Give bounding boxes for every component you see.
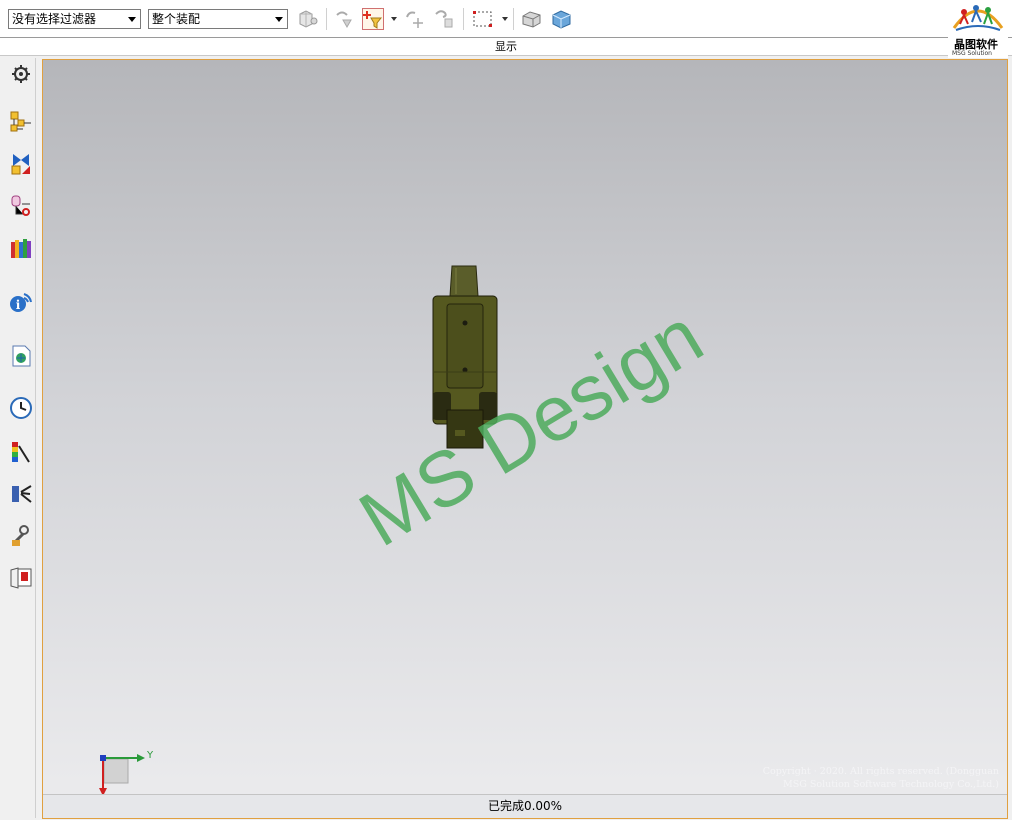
book-icon[interactable] xyxy=(9,566,33,590)
assembly-navigator-icon[interactable] xyxy=(9,110,33,134)
snap-point-icon[interactable] xyxy=(333,8,355,30)
rectangle-select-icon[interactable] xyxy=(472,8,494,30)
chevron-down-icon xyxy=(275,17,283,22)
shaded-view-icon[interactable] xyxy=(520,8,542,30)
constraint-navigator-icon[interactable] xyxy=(9,152,33,176)
logo-subtitle: MSG Solution xyxy=(952,50,992,57)
settings-gear-icon[interactable] xyxy=(9,62,33,86)
document-icon[interactable] xyxy=(9,344,33,368)
copyright-line-1: Copyright · 2020. All rights reserved. (… xyxy=(762,766,999,777)
part-navigator-icon[interactable] xyxy=(9,194,33,218)
progress-status-text: 已完成0.00% xyxy=(487,799,563,813)
progress-status-bar: 已完成0.00% xyxy=(43,794,1007,818)
color-palette-icon[interactable] xyxy=(9,440,33,464)
toolbar-separator xyxy=(463,8,464,30)
reuse-library-icon[interactable] xyxy=(9,236,33,260)
chevron-down-icon[interactable] xyxy=(391,17,397,21)
svg-text:i: i xyxy=(16,298,21,312)
scope-value: 整个装配 xyxy=(152,12,201,26)
rotate-pick-icon[interactable] xyxy=(403,8,425,30)
copyright-notice: Copyright · 2020. All rights reserved. (… xyxy=(679,765,999,791)
copyright-line-2: MSG Solution Software Technology Co.,Ltd… xyxy=(783,779,999,790)
wireframe-box-icon[interactable] xyxy=(550,8,572,30)
history-clock-icon[interactable] xyxy=(9,396,33,420)
info-feed-icon[interactable]: i xyxy=(9,290,33,314)
roles-icon[interactable] xyxy=(9,482,33,506)
toolbar-separator xyxy=(326,8,327,30)
view-triad: Y xyxy=(95,750,159,798)
watermark-text: MS Design xyxy=(344,291,717,564)
assembly-filter-icon[interactable] xyxy=(297,8,319,30)
resource-bar: i xyxy=(4,58,36,818)
company-logo: 晶图软件 MSG Solution xyxy=(948,0,1008,58)
chevron-down-icon[interactable] xyxy=(502,17,508,21)
toolbar-separator xyxy=(513,8,514,30)
axis-y-label: Y xyxy=(147,750,154,761)
filter-select-icon[interactable] xyxy=(362,8,384,30)
top-toolbar: 没有选择过滤器 整个装配 xyxy=(0,0,1012,38)
selection-filter-value: 没有选择过滤器 xyxy=(12,12,97,26)
scope-dropdown[interactable]: 整个装配 xyxy=(148,9,288,29)
graphics-viewport[interactable]: MS Design Y Copyright · 2020. All rights… xyxy=(42,59,1008,819)
logo-figures-icon xyxy=(952,5,1004,31)
process-studio-icon[interactable] xyxy=(9,524,33,548)
chevron-down-icon xyxy=(128,17,136,22)
lasso-pick-icon[interactable] xyxy=(433,8,455,30)
selection-filter-dropdown[interactable]: 没有选择过滤器 xyxy=(8,9,141,29)
toolbar-group-label: 显示 xyxy=(0,38,1012,56)
